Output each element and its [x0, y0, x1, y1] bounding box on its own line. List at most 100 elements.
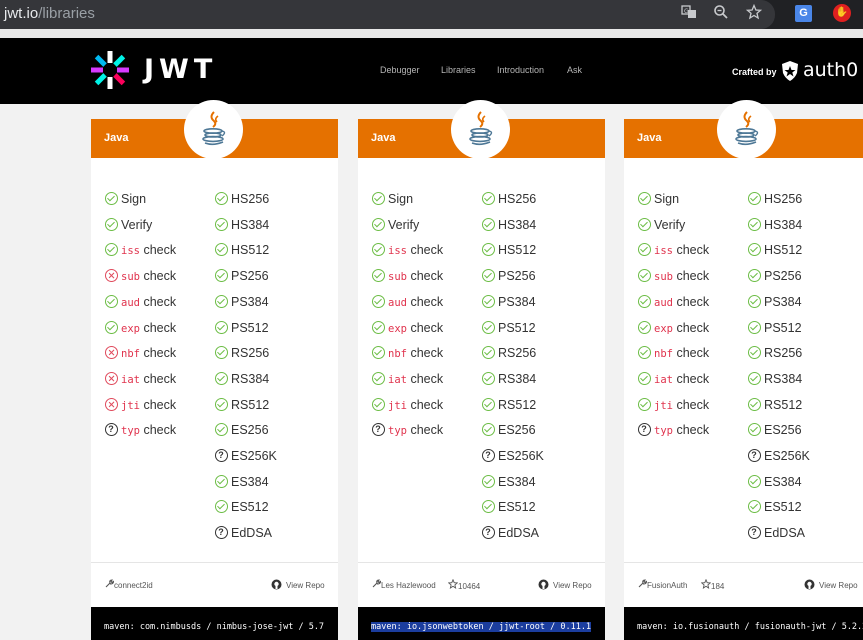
check-circle-icon	[215, 294, 228, 308]
feature-item: iss check	[105, 242, 176, 259]
algorithm-label: HS512	[498, 243, 537, 258]
view-repo-link[interactable]: View Repo	[538, 579, 592, 590]
feature-item: jti check	[638, 397, 709, 414]
algorithm-label: RS384	[231, 371, 270, 386]
check-circle-icon	[748, 294, 761, 308]
algorithm-item: PS384	[482, 294, 536, 310]
check-circle-icon	[215, 500, 228, 514]
check-circle-icon	[215, 320, 228, 334]
stars-count[interactable]: 184	[700, 578, 724, 591]
google-translate-extension-icon[interactable]: G	[795, 5, 812, 22]
algorithm-label: RS512	[231, 397, 270, 412]
algorithm-label: RS384	[498, 371, 537, 386]
claim-name: typ	[654, 425, 673, 438]
algorithm-label: ES256K	[498, 449, 544, 463]
feature-item: iss check	[372, 242, 443, 259]
feature-item: typ check	[105, 422, 176, 439]
address-bar[interactable]: jwt.io/libraries G	[0, 0, 775, 29]
auth0-shield-icon[interactable]	[780, 60, 800, 87]
feature-item: iss check	[638, 242, 709, 259]
algorithm-item: PS384	[215, 294, 269, 310]
author-link[interactable]: Les Hazlewood	[372, 579, 436, 590]
zoom-icon[interactable]	[711, 4, 731, 24]
claim-name: sub	[654, 271, 673, 284]
feature-label: check	[406, 243, 444, 258]
star-icon	[447, 578, 459, 591]
check-circle-icon	[638, 397, 651, 411]
maven-install-box: maven: com.nimbusds / nimbus-jose-jwt / …	[91, 607, 338, 640]
x-circle-icon	[105, 269, 118, 283]
maven-coordinates[interactable]: maven: com.nimbusds / nimbus-jose-jwt / …	[104, 622, 324, 632]
check-circle-icon	[105, 192, 118, 205]
check-circle-icon	[105, 243, 118, 257]
jwt-logo-text[interactable]: JWT	[144, 54, 217, 85]
question-circle-icon	[105, 423, 118, 437]
feature-label: check	[139, 243, 177, 258]
feature-item: aud check	[105, 294, 176, 311]
maven-coordinates[interactable]: maven: io.fusionauth / fusionauth-jwt / …	[637, 622, 863, 632]
nav-libraries[interactable]: Libraries	[441, 65, 476, 75]
algorithm-label: ES256	[764, 423, 802, 438]
check-circle-icon	[482, 371, 495, 385]
url-domain: jwt.io	[4, 5, 39, 22]
bookmark-star-icon[interactable]	[744, 3, 764, 24]
view-repo-label: View Repo	[286, 581, 325, 590]
translate-icon[interactable]: G	[679, 4, 699, 24]
check-circle-icon	[482, 320, 495, 334]
feature-item: exp check	[105, 320, 176, 337]
browser-toolbar: jwt.io/libraries G G ✋	[0, 0, 863, 29]
check-circle-icon	[372, 397, 385, 411]
url-text[interactable]: jwt.io/libraries	[4, 5, 95, 22]
feature-label: check	[139, 371, 177, 386]
claim-name: jti	[388, 399, 407, 412]
algorithm-item: PS512	[482, 320, 536, 336]
author-link[interactable]: connect2id	[105, 579, 153, 590]
algorithm-label: HS512	[231, 243, 270, 258]
claim-name: typ	[388, 425, 407, 438]
check-circle-icon	[215, 217, 228, 231]
view-repo-link[interactable]: View Repo	[271, 579, 325, 590]
claim-name: nbf	[654, 348, 673, 361]
feature-label: check	[672, 397, 710, 412]
feature-item: Sign	[105, 191, 146, 207]
maven-install-box: maven: io.jsonwebtoken / jjwt-root / 0.1…	[358, 607, 605, 640]
feature-item: Verify	[372, 217, 419, 233]
feature-label: check	[139, 294, 177, 309]
feature-label: check	[672, 294, 710, 309]
check-circle-icon	[482, 423, 495, 437]
author-name: FusionAuth	[647, 581, 688, 590]
question-circle-icon	[482, 449, 495, 462]
nav-ask[interactable]: Ask	[567, 65, 582, 75]
feature-label: check	[139, 320, 177, 335]
library-card: Java Sign Verify iss check sub check aud chec…	[91, 100, 338, 640]
check-circle-icon	[372, 371, 385, 385]
nav-introduction[interactable]: Introduction	[497, 65, 544, 75]
author-link[interactable]: FusionAuth	[638, 579, 687, 590]
check-circle-icon	[482, 500, 495, 514]
feature-label: check	[139, 397, 177, 412]
adblock-extension-icon[interactable]: ✋	[833, 4, 851, 22]
view-repo-link[interactable]: View Repo	[804, 579, 858, 590]
feature-label: check	[672, 346, 710, 361]
algorithm-item: RS512	[482, 397, 536, 413]
check-circle-icon	[482, 397, 495, 411]
feature-item: iat check	[105, 371, 176, 388]
feature-item: nbf check	[638, 345, 709, 362]
algorithm-label: ES384	[231, 474, 269, 489]
algorithm-item: HS512	[748, 242, 802, 258]
algorithm-item: HS384	[215, 217, 269, 233]
algorithm-label: PS384	[231, 294, 269, 309]
auth0-logo-text[interactable]: auth0	[803, 59, 858, 81]
algorithm-label: ES384	[498, 474, 536, 489]
claim-name: exp	[388, 322, 407, 335]
nav-debugger[interactable]: Debugger	[380, 65, 420, 75]
stars-count[interactable]: 10464	[447, 578, 480, 591]
check-circle-icon	[372, 192, 385, 205]
algorithm-label: PS256	[498, 269, 536, 284]
maven-install-box: maven: io.fusionauth / fusionauth-jwt / …	[624, 607, 863, 640]
jwt-logo-icon[interactable]	[90, 50, 130, 95]
maven-coordinates[interactable]: maven: io.jsonwebtoken / jjwt-root / 0.1…	[371, 622, 592, 632]
check-circle-icon	[482, 474, 495, 488]
check-circle-icon	[215, 397, 228, 411]
feature-label: check	[672, 320, 710, 335]
